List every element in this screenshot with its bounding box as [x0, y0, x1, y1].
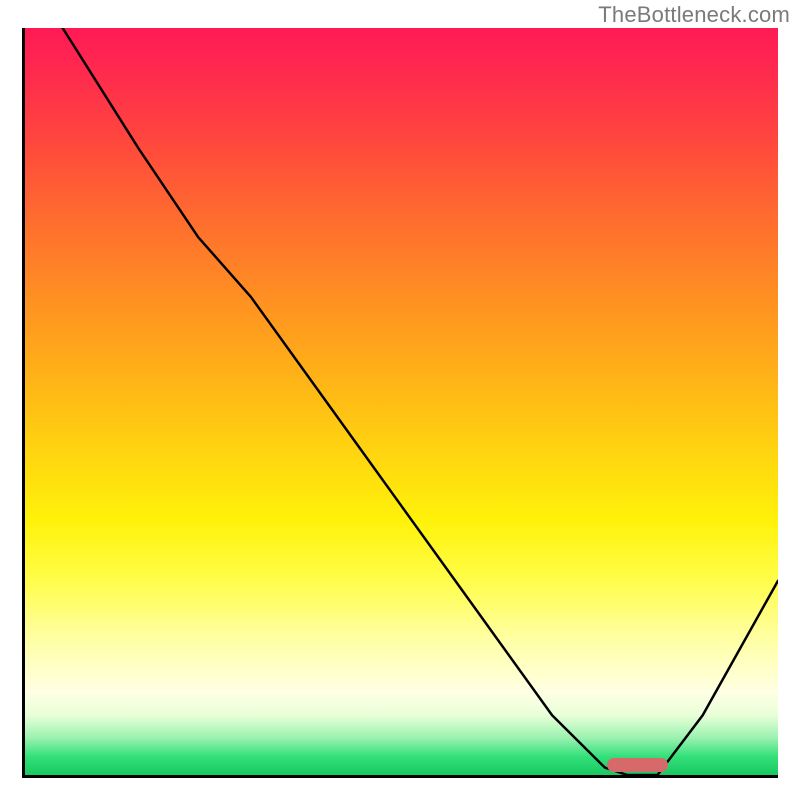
watermark-text: TheBottleneck.com — [598, 2, 790, 28]
plot-area — [22, 28, 778, 778]
bottleneck-curve — [25, 28, 778, 775]
optimum-marker — [607, 758, 667, 772]
curve-path — [63, 28, 778, 775]
chart-container: TheBottleneck.com — [0, 0, 800, 800]
